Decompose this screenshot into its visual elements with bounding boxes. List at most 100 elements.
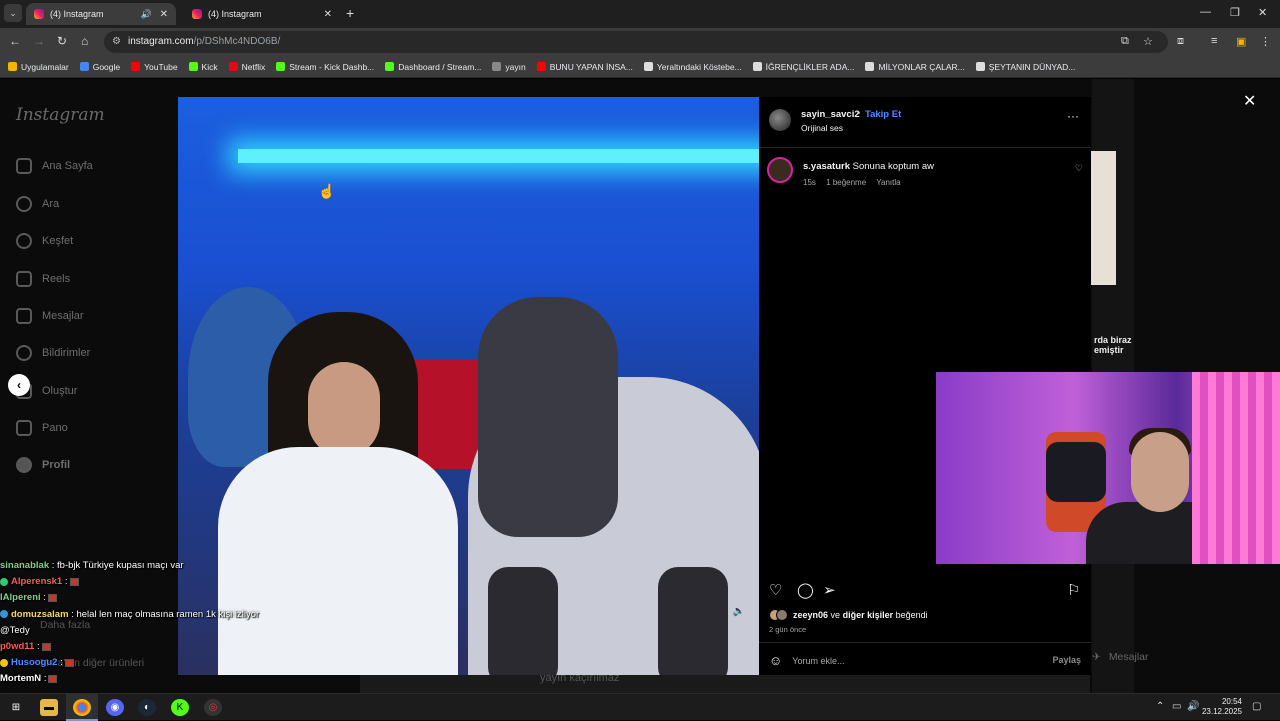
bookmark-item[interactable]: BUNU YAPAN İNSA... [536, 62, 633, 72]
cast-icon[interactable]: ⧉ [1121, 35, 1129, 48]
comment-bubble-icon[interactable]: ◯ [797, 581, 814, 599]
sidebar-item-messages[interactable]: Mesajlar [16, 308, 84, 324]
tab-search-chevron-icon[interactable]: ⌄ [4, 4, 22, 22]
site-info-icon[interactable]: ⚙ [112, 36, 121, 47]
bookmark-item[interactable]: Dashboard / Stream... [385, 62, 481, 72]
tray-chevron-icon[interactable]: ⌃ [1156, 701, 1164, 712]
minimize-icon[interactable]: — [1200, 6, 1211, 18]
instagram-logo[interactable]: Instagram [16, 105, 105, 125]
obs-icon[interactable]: ◎ [204, 699, 222, 716]
bookmark-item[interactable]: Netflix [228, 62, 265, 72]
sidebar-item-search[interactable]: Ara [16, 196, 59, 212]
audio-label[interactable]: Orijinal ses [801, 123, 843, 133]
address-bar[interactable]: ⚙ instagram.com/p/DShMc4NDO6B/ [104, 31, 1168, 53]
volume-icon[interactable]: 🔊 [1187, 701, 1199, 712]
notifications-icon[interactable]: ▢ [1252, 701, 1261, 712]
separator-dot: • [857, 108, 861, 118]
commenter-avatar[interactable] [767, 157, 793, 183]
restore-icon[interactable]: ❐ [1230, 6, 1240, 19]
sidebar-item-home[interactable]: Ana Sayfa [16, 158, 93, 174]
kick-icon[interactable]: K [171, 699, 189, 716]
reload-icon[interactable]: ↻ [57, 34, 67, 48]
chat-message: Husoogu2 : [0, 655, 260, 671]
comment-like-icon[interactable]: ♡ [1075, 163, 1083, 174]
bookmark-item[interactable]: Google [79, 62, 120, 72]
file-explorer-icon[interactable]: ▬ [40, 699, 58, 716]
home-icon [16, 158, 32, 174]
compass-icon [16, 233, 32, 249]
tab-close-icon[interactable]: ✕ [324, 9, 332, 20]
chat-emote-icon [64, 658, 74, 667]
network-icon[interactable]: ▭ [1172, 701, 1181, 712]
follow-button[interactable]: Takip Et [865, 109, 901, 120]
bookmark-item[interactable]: Stream - Kick Dashb... [276, 62, 374, 72]
emoji-icon[interactable]: ☺ [769, 653, 782, 668]
chat-text: : [43, 592, 46, 604]
steam-icon[interactable]: ◐ [138, 699, 156, 716]
comment: s.yasaturk Sonuna koptum aw [803, 161, 934, 172]
add-comment-field[interactable]: ☺ Yorum ekle... [769, 653, 844, 668]
back-icon[interactable]: ← [9, 34, 21, 48]
poster-avatar[interactable] [769, 109, 791, 131]
chrome-icon[interactable] [73, 699, 91, 716]
sidebar-item-profile[interactable]: Profil [16, 457, 70, 473]
tab-instagram-2[interactable]: (4) Instagram ✕ [184, 3, 340, 25]
reels-icon [16, 271, 32, 287]
divider [759, 147, 1091, 148]
previous-post-button[interactable]: ‹ [8, 374, 30, 396]
window-close-icon[interactable]: ✕ [1258, 6, 1267, 19]
reading-list-icon[interactable]: ≡ [1211, 35, 1217, 47]
sidebar-item-notifications[interactable]: Bildirimler [16, 345, 90, 361]
post-comment-button[interactable]: Paylaş [1052, 655, 1081, 665]
bookmark-item[interactable]: Uygulamalar [8, 62, 69, 72]
tab-instagram-1[interactable]: (4) Instagram 🔊 ✕ [26, 3, 176, 25]
extensions-icon[interactable]: ⧈ [1177, 35, 1184, 48]
home-icon[interactable]: ⌂ [81, 34, 88, 48]
webcam-overlay [936, 372, 1280, 564]
menu-kebab-icon[interactable]: ⋮ [1260, 35, 1271, 48]
chat-text: : fb-bjk Türkiye kupası maçı var [51, 560, 184, 571]
post-video[interactable]: 🔈 [178, 97, 759, 675]
tapir-head [478, 297, 618, 537]
forward-icon[interactable]: → [33, 34, 45, 48]
volume-icon[interactable]: 🔈 [733, 606, 745, 617]
chat-message: sinanablak : fb-bjk Türkiye kupası maçı … [0, 558, 260, 574]
kick-icon [385, 62, 395, 71]
like-heart-icon[interactable]: ♡ [769, 581, 782, 599]
instagram-favicon-icon [192, 9, 202, 19]
bookmark-item[interactable]: Kick [188, 62, 218, 72]
sidebar-item-reels[interactable]: Reels [16, 271, 70, 287]
messages-icon [16, 308, 32, 324]
discord-icon[interactable]: ◉ [106, 699, 124, 716]
bookmark-item[interactable]: yayın [492, 62, 526, 72]
sidebar-item-dashboard[interactable]: Pano [16, 420, 68, 436]
save-bookmark-icon[interactable]: ⚐ [1067, 581, 1080, 599]
tab-close-icon[interactable]: ✕ [160, 9, 168, 20]
led-light [238, 149, 759, 163]
chat-message: MortemN : [0, 671, 260, 687]
speaker-icon[interactable]: 🔊 [141, 9, 152, 20]
bookmark-item[interactable]: Yeraltındaki Köstebe... [643, 62, 742, 72]
comment-meta: 15s 1 beğenme Yanıtla [803, 178, 901, 187]
background-strip [360, 675, 1090, 693]
bookmark-star-icon[interactable]: ☆ [1143, 35, 1153, 48]
extension-icon[interactable]: ▣ [1236, 35, 1246, 48]
chat-badge-icon [0, 610, 8, 619]
sidebar-item-explore[interactable]: Keşfet [16, 233, 73, 249]
globe-icon [975, 62, 985, 71]
windows-start-icon[interactable]: ⊞ [7, 699, 25, 716]
share-send-icon[interactable]: ➢ [823, 581, 836, 599]
google-icon [79, 62, 89, 71]
bookmark-item[interactable]: ŞEYTANIN DÜNYAD... [975, 62, 1075, 72]
new-tab-icon[interactable]: + [346, 5, 354, 21]
bookmark-item[interactable]: MİLYONLAR ÇALAR... [865, 62, 965, 72]
post-username[interactable]: sayin_savci2 [801, 109, 860, 120]
chat-text: : [43, 673, 47, 685]
bookmark-item[interactable]: YouTube [131, 62, 178, 72]
messages-tab[interactable]: ✈ Mesajlar [1092, 643, 1252, 671]
bookmark-item[interactable]: İĞRENÇLİKLER ADA... [752, 62, 854, 72]
divider [759, 642, 1091, 643]
close-modal-icon[interactable]: ✕ [1243, 91, 1256, 111]
more-options-icon[interactable]: ··· [1067, 109, 1079, 123]
system-clock[interactable]: 20:54 23.12.2025 [1202, 697, 1242, 717]
